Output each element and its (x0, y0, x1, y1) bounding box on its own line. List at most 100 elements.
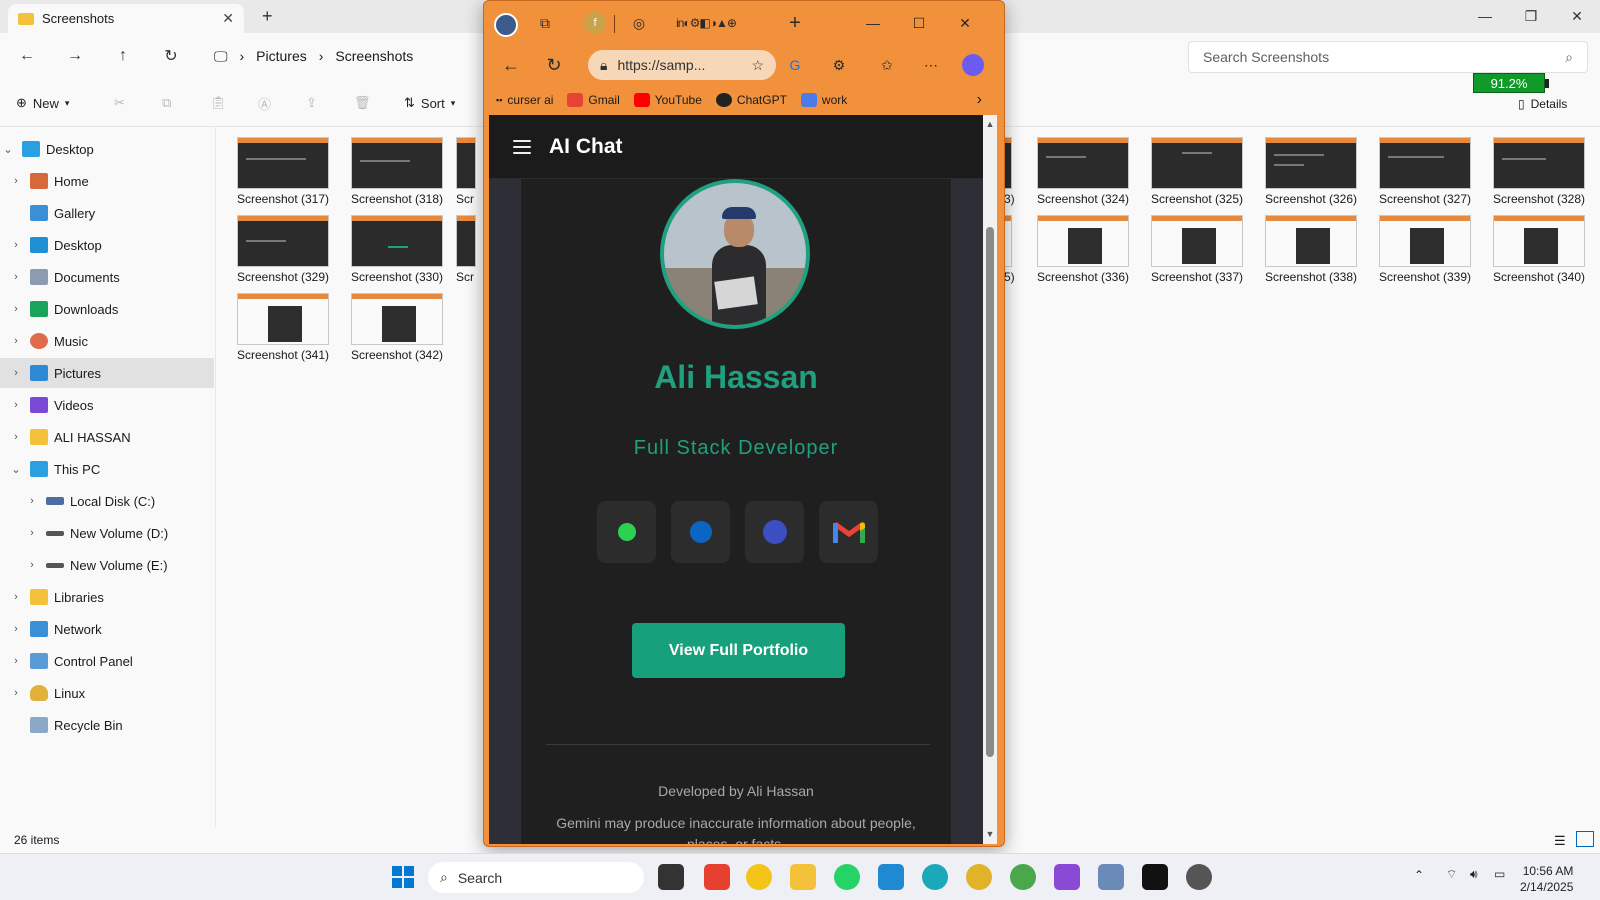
system-clock[interactable]: 10:56 AM 2/14/2025 (1520, 863, 1573, 895)
search-input[interactable]: Search Screenshots ⌕ (1188, 41, 1588, 73)
favorites-icon[interactable]: ✩ (876, 54, 898, 76)
file-item[interactable]: Screenshot (325) (1142, 137, 1252, 206)
sidebar-item-pictures[interactable]: › Pictures (0, 358, 214, 388)
sidebar-item-network[interactable]: › Network (0, 614, 214, 644)
back-button[interactable]: ← (500, 54, 522, 76)
chevron-right-icon[interactable]: › (24, 495, 40, 507)
tab-favicon-icon[interactable]: f (584, 12, 606, 34)
hamburger-menu-icon[interactable] (513, 139, 531, 154)
minimize-button[interactable]: — (1462, 0, 1508, 32)
gmail-button[interactable] (819, 501, 878, 563)
file-item[interactable]: Screenshot (339) (1370, 215, 1480, 284)
sidebar-item-ali-hassan[interactable]: › ALI HASSAN (0, 422, 214, 452)
edge-icon[interactable] (922, 864, 948, 890)
wifi-icon[interactable]: ⌔ (1446, 867, 1457, 882)
extensions-icon[interactable]: ⚙ (828, 54, 850, 76)
sidebar-item-videos[interactable]: › Videos (0, 390, 214, 420)
file-item[interactable]: Screenshot (327) (1370, 137, 1480, 206)
share-button[interactable]: ⇪ (306, 91, 317, 115)
maximize-button[interactable]: ☐ (908, 12, 930, 34)
file-item[interactable]: Screenshot (330) (342, 215, 452, 284)
restore-button[interactable]: ❐ (1508, 0, 1554, 32)
back-button[interactable]: ← (12, 41, 42, 71)
chevron-right-icon[interactable]: › (8, 399, 24, 411)
cursor-app-icon[interactable] (1142, 864, 1168, 890)
new-button[interactable]: ⊕ New ▾ (16, 91, 69, 115)
file-item[interactable]: Screenshot (341) (228, 293, 338, 362)
chevron-right-icon[interactable]: › (8, 239, 24, 251)
explorer-tab[interactable]: Screenshots ✕ (8, 4, 244, 33)
sidebar-item-this-pc[interactable]: ⌄ This PC (0, 454, 214, 484)
bookmark-curser-ai[interactable]: ▪▪ curser ai (496, 93, 553, 107)
chevron-down-icon[interactable]: ⌄ (8, 463, 24, 476)
sidebar-item-home[interactable]: › Home (0, 166, 214, 196)
close-window-button[interactable]: ✕ (1554, 0, 1600, 32)
sidebar-item-gallery[interactable]: Gallery (0, 198, 214, 228)
bookmark-youtube[interactable]: YouTube (633, 93, 702, 107)
chevron-right-icon[interactable]: › (8, 591, 24, 603)
sidebar-item-downloads[interactable]: › Downloads (0, 294, 214, 324)
paste-button[interactable]: 📋︎ (210, 91, 227, 115)
tab-favicon-icon[interactable]: ◎ (628, 12, 650, 34)
sidebar-item-desktop[interactable]: › Desktop (0, 230, 214, 260)
breadcrumb[interactable]: 🖵 › Pictures › Screenshots (208, 41, 484, 71)
chevron-right-icon[interactable]: › (8, 303, 24, 315)
view-portfolio-button[interactable]: View Full Portfolio (632, 623, 845, 678)
favorite-star-icon[interactable]: ☆ (751, 57, 764, 74)
chevron-right-icon[interactable]: › (8, 431, 24, 443)
pinned-tabs-icons[interactable]: in◐⚙◧◑▲⊕ (656, 12, 756, 34)
file-item[interactable]: Screenshot (340) (1484, 215, 1594, 284)
sidebar-item-volume-e[interactable]: › New Volume (E:) (0, 550, 214, 580)
workspaces-icon[interactable]: ⧉ (534, 12, 556, 34)
forward-button[interactable]: → (60, 41, 90, 71)
file-item[interactable]: Screenshot (336) (1028, 215, 1138, 284)
chevron-right-icon[interactable]: › (8, 623, 24, 635)
facebook-button[interactable] (745, 501, 804, 563)
breadcrumb-pictures[interactable]: Pictures (256, 48, 307, 64)
chevron-right-icon[interactable]: › (8, 175, 24, 187)
battery-icon[interactable]: ▭ (1494, 867, 1505, 881)
scrollbar-thumb[interactable] (986, 227, 994, 757)
up-button[interactable]: ↑ (108, 41, 138, 71)
details-button[interactable]: ▯ Details (1518, 97, 1567, 111)
file-item[interactable]: Screenshot (338) (1256, 215, 1366, 284)
volume-icon[interactable]: 🔊︎ (1470, 867, 1478, 882)
app-icon[interactable] (1186, 864, 1212, 890)
taskbar-search[interactable]: ⌕ Search (428, 862, 644, 893)
scroll-up-icon[interactable]: ▲ (983, 119, 997, 129)
copy-button[interactable]: ⧉ (162, 91, 171, 115)
sidebar-item-local-disk-c[interactable]: › Local Disk (C:) (0, 486, 214, 516)
whatsapp-button[interactable] (597, 501, 656, 563)
chevron-right-icon[interactable]: › (24, 527, 40, 539)
new-tab-button[interactable]: + (784, 12, 806, 34)
file-item[interactable]: 5) (1004, 215, 1024, 284)
list-view-icon[interactable]: ☰ (1554, 833, 1566, 849)
sidebar-item-desktop-root[interactable]: ⌄ Desktop (0, 134, 214, 164)
chevron-right-icon[interactable]: › (8, 271, 24, 283)
close-window-button[interactable]: ✕ (954, 12, 976, 34)
sidebar-item-documents[interactable]: › Documents (0, 262, 214, 292)
close-tab-icon[interactable]: ✕ (222, 10, 234, 27)
profile-avatar-icon[interactable] (494, 13, 518, 37)
file-explorer-icon[interactable] (790, 864, 816, 890)
chevron-right-icon[interactable]: › (8, 335, 24, 347)
bookmark-gmail[interactable]: Gmail (567, 93, 620, 107)
bookmark-work[interactable]: work (800, 93, 847, 107)
file-item[interactable]: Screenshot (337) (1142, 215, 1252, 284)
address-bar[interactable]: 🔒︎ https://samp... ☆ (588, 50, 776, 80)
file-item[interactable]: Scr (456, 137, 486, 206)
vscode-icon[interactable] (878, 864, 904, 890)
file-item[interactable]: Screenshot (342) (342, 293, 452, 362)
sidebar-item-recycle-bin[interactable]: Recycle Bin (0, 710, 214, 740)
page-scrollbar[interactable]: ▲ ▼ (983, 115, 997, 844)
chevron-right-icon[interactable]: › (977, 91, 982, 109)
new-tab-button[interactable]: + (262, 6, 273, 27)
whatsapp-icon[interactable] (834, 864, 860, 890)
chevron-up-icon[interactable]: ⌃ (1414, 868, 1424, 882)
cut-button[interactable]: ✂ (114, 91, 125, 115)
file-item[interactable]: Screenshot (318) (342, 137, 452, 206)
file-item[interactable]: Scr (456, 215, 486, 284)
chevron-down-icon[interactable]: ⌄ (0, 143, 16, 156)
chevron-right-icon[interactable]: › (24, 559, 40, 571)
task-view-icon[interactable] (658, 864, 684, 890)
